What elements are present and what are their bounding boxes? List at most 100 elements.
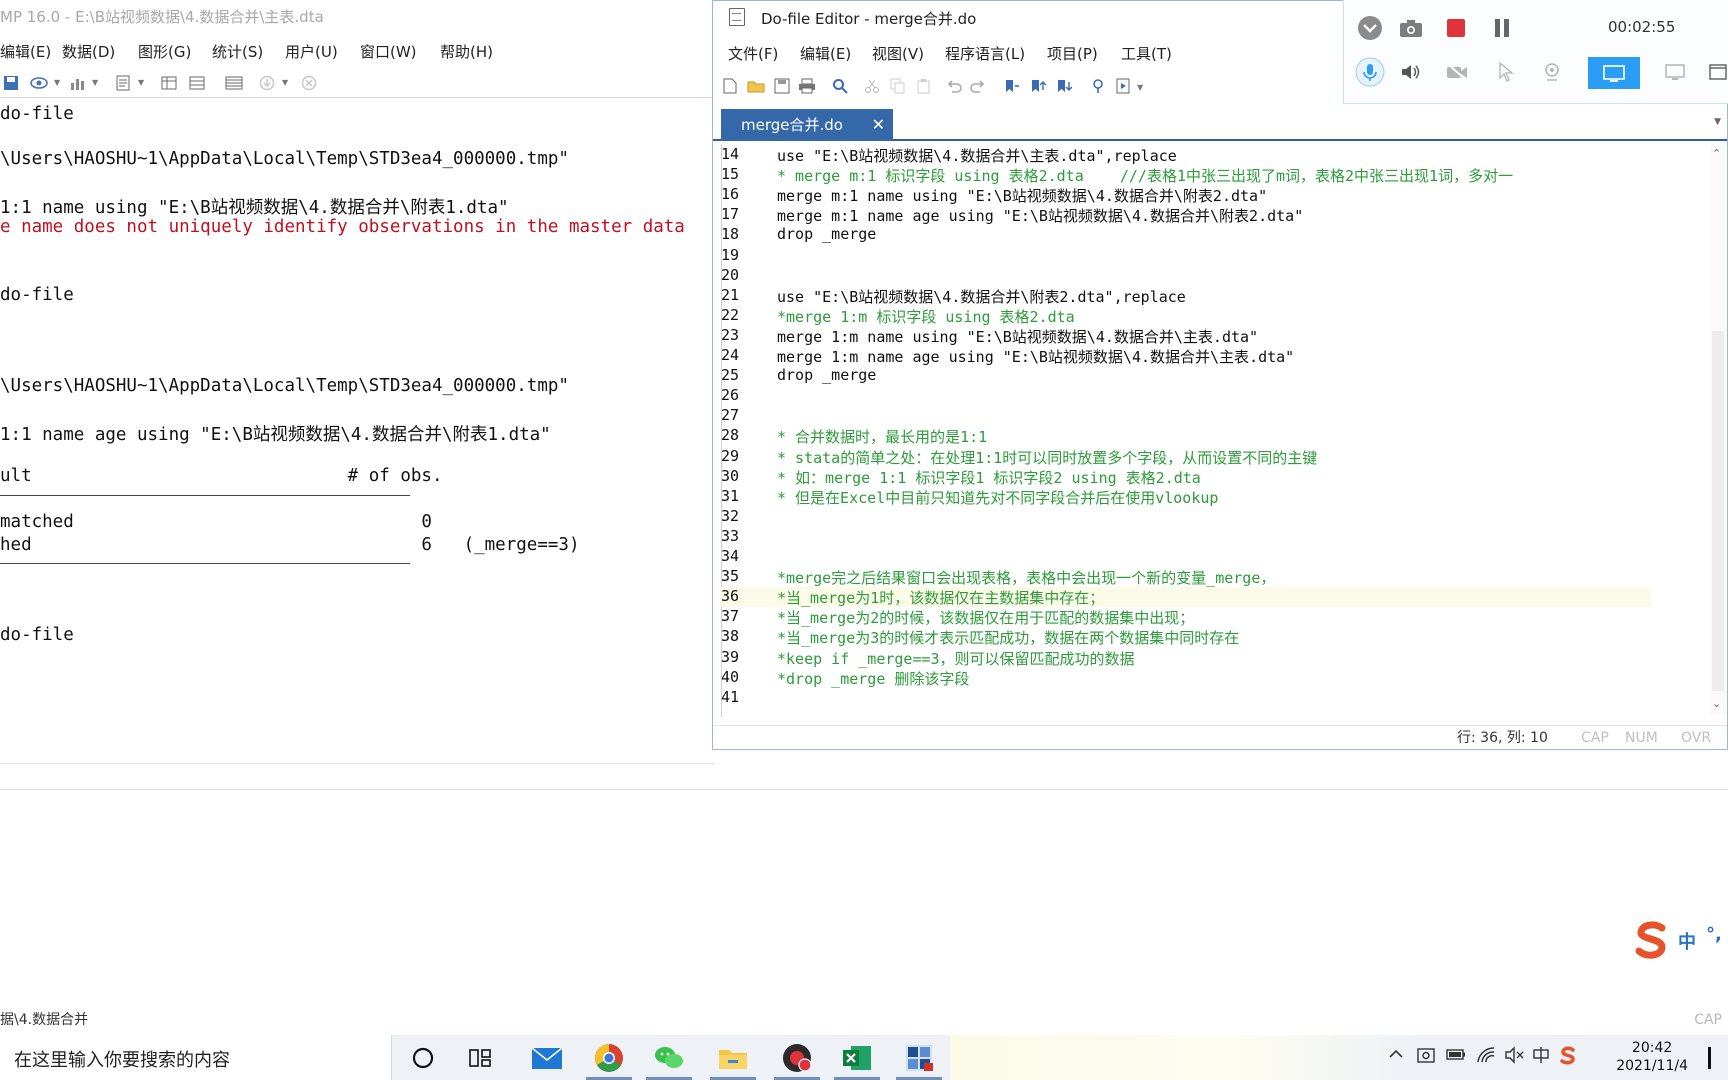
chevron-down-icon[interactable]: ▼ xyxy=(138,78,144,87)
ime-indicator[interactable]: 中 °, xyxy=(1630,918,1728,962)
input-method-icon[interactable] xyxy=(1532,1046,1550,1068)
task-view-icon[interactable] xyxy=(452,1035,510,1080)
stata-menu-graphics[interactable]: 图形(G) xyxy=(138,41,191,62)
camera-off-icon[interactable] xyxy=(1444,60,1470,84)
code-line[interactable]: 26 xyxy=(721,386,1651,406)
tab-merge-do[interactable]: merge合并.do ✕ xyxy=(721,109,893,141)
code-line[interactable]: 14 use "E:\B站视频数据\4.数据合并\主表.dta",replace xyxy=(721,145,1651,165)
screenshot-camera-icon[interactable] xyxy=(1398,16,1424,40)
code-line[interactable]: 35 *merge完之后结果窗口会出现表格，表格中会出现一个新的变量_merge， xyxy=(721,567,1651,587)
tray-app-icon[interactable] xyxy=(1416,1046,1436,1070)
microphone-icon[interactable] xyxy=(1354,56,1386,88)
wechat-icon[interactable] xyxy=(640,1035,698,1080)
editor-menu-view[interactable]: 视图(V) xyxy=(872,43,924,64)
taskbar-clock[interactable]: 20:42 2021/11/4 xyxy=(1616,1039,1688,1075)
code-line[interactable]: 17 merge m:1 name age using "E:\B站视频数据\4.… xyxy=(721,205,1651,225)
chevron-down-icon[interactable]: ▼ xyxy=(54,78,60,87)
code-line[interactable]: 20 xyxy=(721,266,1651,286)
code-line[interactable]: 25 drop _merge xyxy=(721,366,1651,386)
stata-menu-window[interactable]: 窗口(W) xyxy=(360,41,417,62)
code-line[interactable]: 27 xyxy=(721,406,1651,426)
editor-menu-project[interactable]: 项目(P) xyxy=(1047,43,1098,64)
cut-icon[interactable] xyxy=(863,77,881,95)
stata-menu-help[interactable]: 帮助(H) xyxy=(440,41,493,62)
do-file-editor-icon[interactable] xyxy=(114,74,132,92)
save-icon[interactable] xyxy=(773,77,791,95)
volume-muted-icon[interactable] xyxy=(1504,1046,1524,1068)
new-file-icon[interactable] xyxy=(721,77,739,95)
wifi-icon[interactable] xyxy=(1476,1046,1496,1068)
copy-icon[interactable] xyxy=(889,77,907,95)
screen-capture-mode-button[interactable] xyxy=(1588,57,1640,89)
cortana-icon[interactable] xyxy=(394,1035,452,1080)
code-line[interactable]: 33 xyxy=(721,527,1651,547)
code-line[interactable]: 21 use "E:\B站视频数据\4.数据合并\附表2.dta",replace xyxy=(721,286,1651,306)
stop-record-icon[interactable] xyxy=(1444,16,1468,40)
find-icon[interactable] xyxy=(831,77,849,95)
screen-recorder-app-icon[interactable] xyxy=(768,1035,826,1080)
viewer-eye-icon[interactable] xyxy=(30,74,48,92)
data-browser-icon[interactable] xyxy=(188,74,206,92)
sogou-tray-icon[interactable] xyxy=(1558,1046,1578,1070)
next-bookmark-icon[interactable] xyxy=(1055,77,1073,95)
collapse-icon[interactable] xyxy=(1356,14,1384,42)
open-folder-icon[interactable] xyxy=(747,77,765,95)
code-line[interactable]: 29 * stata的简单之处：在处理1:1时可以同时放置多个字段，从而设置不同的… xyxy=(721,447,1651,467)
file-explorer-icon[interactable] xyxy=(704,1035,762,1080)
code-line[interactable]: 15 * merge m:1 标识字段 using 表格2.dta ///表格1中… xyxy=(721,165,1651,185)
execute-do-icon[interactable] xyxy=(1115,77,1133,95)
battery-icon[interactable] xyxy=(1446,1046,1466,1066)
code-line[interactable]: 24 merge 1:m name age using "E:\B站视频数据\4.… xyxy=(721,346,1651,366)
toggle-bookmark-icon[interactable] xyxy=(1003,77,1021,95)
code-line[interactable]: 18 drop _merge xyxy=(721,225,1651,245)
close-icon[interactable]: ✕ xyxy=(872,109,885,141)
editor-menu-tools[interactable]: 工具(T) xyxy=(1121,43,1172,64)
chevron-down-icon[interactable]: ▼ xyxy=(282,78,288,87)
editor-menu-edit[interactable]: 编辑(E) xyxy=(800,43,851,64)
stata-app-icon[interactable] xyxy=(890,1035,948,1080)
vertical-scrollbar[interactable]: ⌃ ⌄ xyxy=(1710,145,1726,715)
scroll-up-icon[interactable]: ⌃ xyxy=(1712,147,1721,160)
code-line[interactable]: 32 xyxy=(721,507,1651,527)
notification-center-icon[interactable] xyxy=(1708,1047,1722,1069)
show-file-icon[interactable] xyxy=(1089,77,1107,95)
redo-icon[interactable] xyxy=(969,77,987,95)
undo-icon[interactable] xyxy=(945,77,963,95)
code-line[interactable]: 28 * 合并数据时，最长用的是1:1 xyxy=(721,426,1651,446)
code-line[interactable]: 41 xyxy=(721,688,1651,708)
chevron-down-icon[interactable]: ▼ xyxy=(1137,83,1143,92)
taskbar-search-box[interactable]: 在这里输入你要搜索的内容 xyxy=(0,1035,392,1080)
more-icon[interactable] xyxy=(258,74,276,92)
save-icon[interactable] xyxy=(2,74,20,92)
cursor-icon[interactable] xyxy=(1494,60,1518,84)
code-line[interactable]: 34 xyxy=(721,547,1651,567)
variables-manager-icon[interactable] xyxy=(225,74,243,92)
graph-icon[interactable] xyxy=(68,74,86,92)
code-line[interactable]: 40 *drop _merge 删除该字段 xyxy=(721,668,1651,688)
webcam-icon[interactable] xyxy=(1540,60,1564,84)
chevron-down-icon[interactable]: ▼ xyxy=(1714,117,1721,127)
code-line[interactable]: 37 *当_merge为2的时候，该数据仅在用于匹配的数据集中出现； xyxy=(721,607,1651,627)
break-icon[interactable] xyxy=(300,74,318,92)
editor-menu-language[interactable]: 程序语言(L) xyxy=(945,43,1025,64)
speaker-icon[interactable] xyxy=(1398,60,1424,84)
code-line[interactable]: 23 merge 1:m name using "E:\B站视频数据\4.数据合并… xyxy=(721,326,1651,346)
code-line[interactable]: 38 *当_merge为3的时候才表示匹配成功，数据在两个数据集中同时存在 xyxy=(721,627,1651,647)
paste-icon[interactable] xyxy=(915,77,933,95)
window-capture-icon[interactable] xyxy=(1662,60,1688,84)
code-line[interactable]: 22 *merge 1:m 标识字段 using 表格2.dta xyxy=(721,306,1651,326)
scroll-down-icon[interactable]: ⌄ xyxy=(1712,697,1721,710)
show-hidden-icons-chevron-icon[interactable] xyxy=(1388,1046,1404,1066)
data-editor-icon[interactable] xyxy=(160,74,178,92)
code-line[interactable]: 19 xyxy=(721,246,1651,266)
stata-menu-data[interactable]: 数据(D) xyxy=(62,41,115,62)
code-line[interactable]: 39 *keep if _merge==3，则可以保留匹配成功的数据 xyxy=(721,648,1651,668)
mail-icon[interactable] xyxy=(518,1035,576,1080)
previous-bookmark-icon[interactable] xyxy=(1029,77,1047,95)
code-line[interactable]: 36 *当_merge为1时，该数据仅在主数据集中存在； xyxy=(721,587,1651,608)
code-area[interactable]: 14 use "E:\B站视频数据\4.数据合并\主表.dta",replace 1… xyxy=(721,145,1711,715)
stata-menu-statistics[interactable]: 统计(S) xyxy=(212,41,263,62)
pause-icon[interactable] xyxy=(1490,16,1514,40)
code-line[interactable]: 16 merge m:1 name using "E:\B站视频数据\4.数据合并… xyxy=(721,185,1651,205)
scrollbar-thumb[interactable] xyxy=(1712,331,1724,691)
